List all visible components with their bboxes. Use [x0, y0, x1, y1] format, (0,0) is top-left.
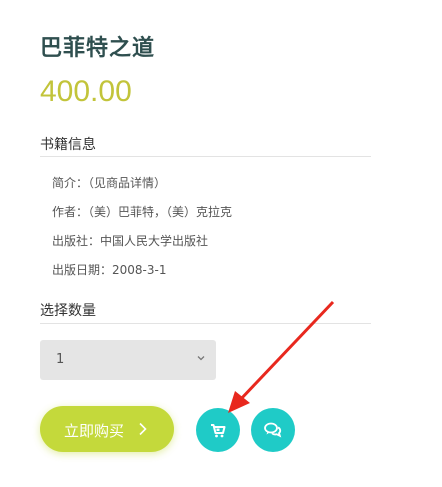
chevron-right-icon	[139, 422, 147, 436]
info-value: （见商品详情）	[88, 176, 167, 190]
quantity-value: 1	[56, 352, 65, 367]
star-icon: ★	[55, 0, 69, 6]
info-label: 出版日期：	[52, 263, 113, 277]
quantity-heading: 选择数量	[40, 303, 96, 319]
info-value: 2008-3-1	[112, 263, 167, 277]
star-icon: ★	[100, 0, 114, 6]
divider	[40, 323, 371, 324]
info-label: 出版社：	[52, 234, 101, 248]
add-to-cart-button[interactable]	[196, 408, 240, 452]
star-icon: ★	[85, 0, 99, 6]
buy-now-button[interactable]: 立即购买	[40, 406, 174, 452]
star-icon: ★	[40, 0, 54, 6]
book-info-heading: 书籍信息	[40, 137, 96, 153]
quantity-select[interactable]: 1	[40, 340, 216, 380]
info-label: 简介：	[52, 176, 89, 190]
info-value: 中国人民大学出版社	[100, 234, 209, 248]
info-row-author: 作者：（美）巴菲特，（美）克拉克	[52, 203, 232, 220]
product-price: 400.00	[40, 75, 132, 108]
divider	[40, 156, 371, 157]
buy-now-label: 立即购买	[64, 422, 125, 440]
cart-icon	[211, 424, 226, 438]
star-icon: ★	[70, 0, 84, 6]
info-row-publisher: 出版社：中国人民大学出版社	[52, 232, 208, 249]
info-value: （美）巴菲特，（美）克拉克	[88, 205, 233, 219]
info-row-intro: 简介：（见商品详情）	[52, 174, 166, 191]
product-title: 巴菲特之道	[40, 36, 156, 61]
chat-button[interactable]	[251, 408, 295, 452]
chat-icon	[264, 422, 282, 438]
rating-stars: ★ ★ ★ ★ ★	[40, 0, 114, 6]
info-row-publish-date: 出版日期：2008-3-1	[52, 261, 166, 278]
chevron-down-icon	[197, 356, 205, 361]
info-label: 作者：	[52, 205, 89, 219]
